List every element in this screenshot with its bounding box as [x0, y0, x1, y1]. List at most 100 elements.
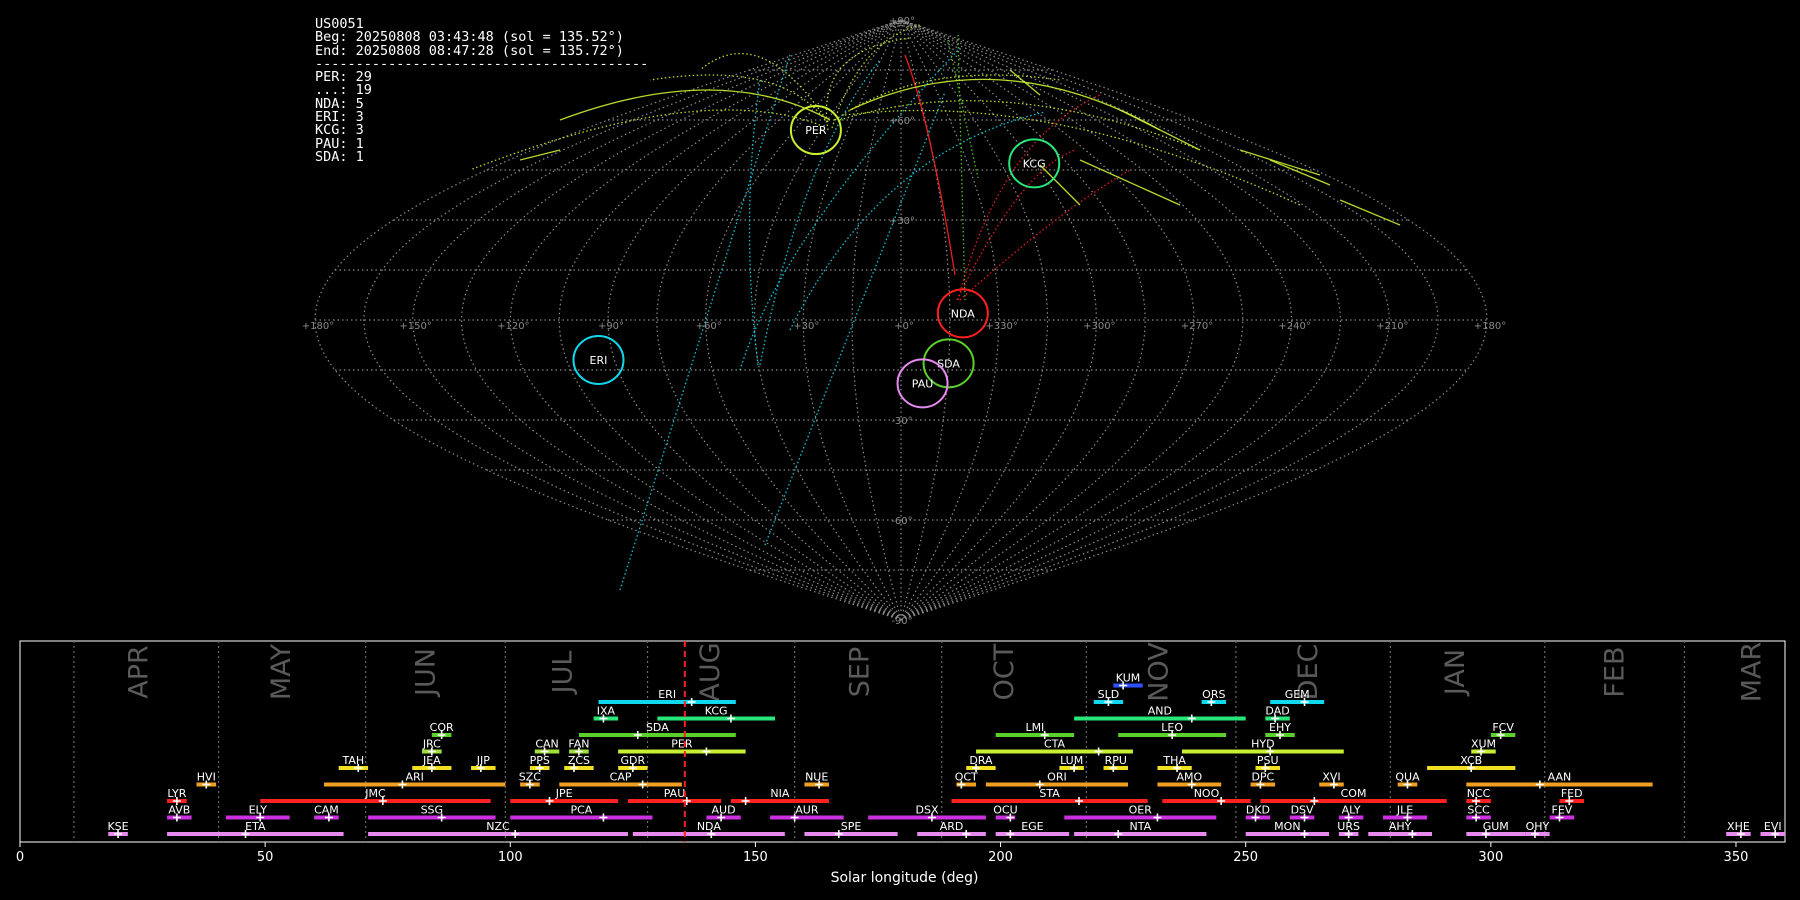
- shower-label-cor: COR: [430, 721, 454, 734]
- shower-label-com: COM: [1341, 787, 1367, 800]
- shower-label-ncc: NCC: [1467, 787, 1491, 800]
- shower-label-cap: CAP: [610, 771, 632, 784]
- shower-label-leo: LEO: [1161, 721, 1183, 734]
- shower-label-rpu: RPU: [1105, 754, 1127, 767]
- shower-label-nda: NDA: [697, 820, 722, 833]
- x-tick-label: 200: [988, 850, 1013, 865]
- shower-label-eta: ETA: [245, 820, 266, 833]
- shower-label-lmi: LMI: [1025, 721, 1044, 734]
- x-axis-label: Solar longitude (deg): [831, 870, 979, 886]
- shower-label-pca: PCA: [570, 804, 592, 817]
- shower-label-jmc: JMC: [364, 787, 386, 800]
- shower-label-jip: JIP: [476, 754, 490, 767]
- shower-label-ixa: IXA: [597, 705, 616, 718]
- shower-label-eri: ERI: [658, 688, 676, 701]
- month-label: AUG: [695, 642, 726, 701]
- shower-label-urs: URS: [1337, 820, 1360, 833]
- count-sda: SDA: 1: [315, 148, 364, 165]
- shower-label-sld: SLD: [1098, 688, 1120, 701]
- shower-label-qua: QUA: [1395, 771, 1420, 784]
- count-nda: NDA: 5: [315, 95, 364, 112]
- shower-label-noo: NOO: [1194, 787, 1220, 800]
- shower-label-ehy: EHY: [1269, 721, 1291, 734]
- shower-label-xvi: XVI: [1322, 771, 1340, 784]
- shower-label-xum: XUM: [1471, 738, 1496, 751]
- shower-label-dkd: DKD: [1246, 804, 1270, 817]
- shower-label-ahy: AHY: [1389, 820, 1412, 833]
- month-label: OCT: [989, 643, 1020, 700]
- x-tick-label: 50: [257, 850, 274, 865]
- shower-label-cam: CAM: [314, 804, 339, 817]
- x-tick-label: 100: [498, 850, 523, 865]
- shower-label-kum: KUM: [1116, 672, 1140, 685]
- month-label: FEB: [1599, 646, 1630, 697]
- shower-label-pau: PAU: [664, 787, 686, 800]
- shower-label-xcb: XCB: [1460, 754, 1482, 767]
- shower-label-ard: ARD: [940, 820, 964, 833]
- shower-label-ocu: OCU: [993, 804, 1017, 817]
- shower-label-per: PER: [671, 738, 693, 751]
- shower-label-fed: FED: [1561, 787, 1583, 800]
- shower-label-fcv: FCV: [1492, 721, 1514, 734]
- shower-label-psu: PSU: [1257, 754, 1279, 767]
- shower-label-evi: EVI: [1764, 820, 1782, 833]
- count-eri: ERI: 3: [315, 109, 364, 126]
- shower-label-jle: JLE: [1396, 804, 1413, 817]
- shower-label-xhe: XHE: [1727, 820, 1750, 833]
- shower-label-kcg: KCG: [705, 705, 728, 718]
- count-sporadic: ...: 19: [315, 82, 372, 99]
- shower-label-scc: SCC: [1467, 804, 1490, 817]
- x-tick-label: 350: [1724, 850, 1749, 865]
- month-label: MAR: [1737, 642, 1768, 703]
- month-label: SEP: [844, 647, 875, 697]
- shower-label-pps: PPS: [530, 754, 550, 767]
- shower-label-hvi: HVI: [197, 771, 216, 784]
- station-info: US0051 Beg: 20250808 03:43:48 (sol = 135.…: [315, 17, 648, 165]
- shower-label-jrc: JRC: [422, 738, 441, 751]
- shower-label-amo: AMO: [1176, 771, 1202, 784]
- shower-label-ori: ORI: [1047, 771, 1067, 784]
- month-label: MAY: [266, 643, 297, 700]
- shower-label-fev: FEV: [1552, 804, 1573, 817]
- shower-label-dpc: DPC: [1251, 771, 1274, 784]
- shower-label-jea: JEA: [422, 754, 441, 767]
- shower-label-spe: SPE: [841, 820, 862, 833]
- month-label: JUL: [548, 651, 579, 696]
- shower-label-gdr: GDR: [621, 754, 646, 767]
- shower-label-kse: KSE: [107, 820, 128, 833]
- x-tick-label: 300: [1478, 850, 1503, 865]
- shower-label-dsx: DSX: [916, 804, 939, 817]
- shower-label-nue: NUE: [805, 771, 828, 784]
- shower-label-can: CAN: [535, 738, 558, 751]
- shower-activity-timeline: APR MAY JUN JUL AUG SEP OCT NOV DEC JAN FEB MARKUME…: [16, 640, 1786, 886]
- shower-label-ely: ELY: [249, 804, 268, 817]
- count-pau: PAU: 1: [315, 135, 364, 152]
- shower-label-mon: MON: [1274, 820, 1300, 833]
- shower-label-ors: ORS: [1202, 688, 1225, 701]
- x-tick-label: 0: [16, 850, 24, 865]
- shower-label-tha: THA: [1162, 754, 1186, 767]
- shower-label-sda: SDA: [646, 721, 669, 734]
- month-label: JAN: [1440, 649, 1471, 697]
- shower-label-dsv: DSV: [1291, 804, 1314, 817]
- month-label: NOV: [1143, 642, 1174, 702]
- shower-label-ohy: OHY: [1526, 820, 1550, 833]
- shower-label-aly: ALY: [1342, 804, 1361, 817]
- shower-label-zcs: ZCS: [568, 754, 590, 767]
- shower-label-gum: GUM: [1483, 820, 1509, 833]
- shower-label-oct: OCT: [955, 771, 978, 784]
- shower-label-fan: FAN: [568, 738, 589, 751]
- shower-label-szc: SZC: [519, 771, 542, 784]
- month-label: APR: [124, 645, 155, 699]
- shower-label-ege: EGE: [1021, 820, 1043, 833]
- shower-label-nta: NTA: [1129, 820, 1151, 833]
- shower-label-aur: AUR: [795, 804, 819, 817]
- shower-label-oer: OER: [1129, 804, 1153, 817]
- x-tick-label: 250: [1233, 850, 1258, 865]
- shower-label-sta: STA: [1039, 787, 1060, 800]
- shower-label-cta: CTA: [1044, 738, 1066, 751]
- shower-label-tah: TAH: [342, 754, 365, 767]
- shower-label-nia: NIA: [770, 787, 789, 800]
- shower-label-ssg: SSG: [421, 804, 444, 817]
- shower-label-nzc: NZC: [486, 820, 510, 833]
